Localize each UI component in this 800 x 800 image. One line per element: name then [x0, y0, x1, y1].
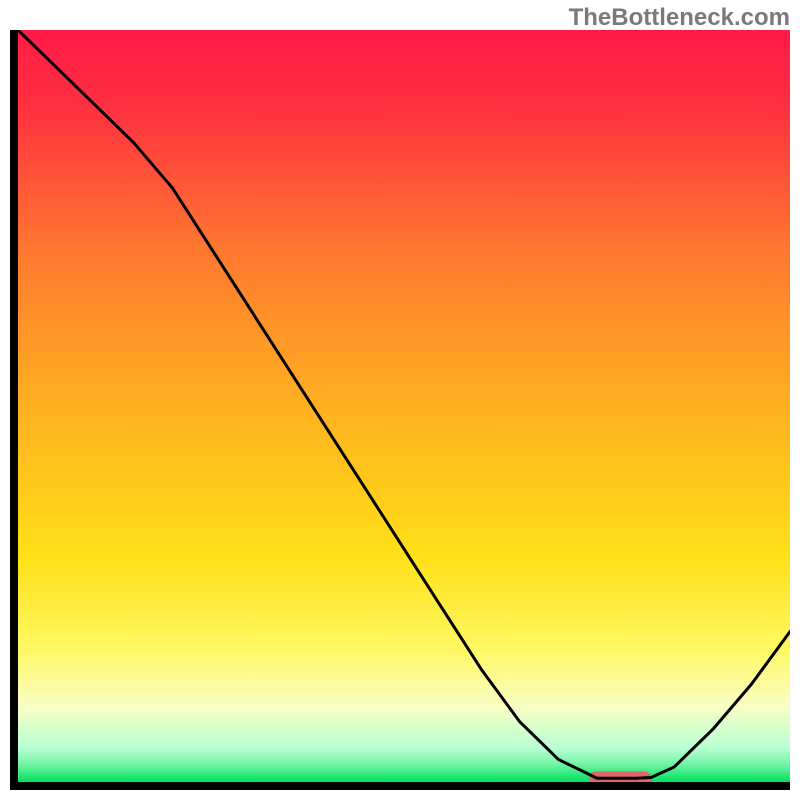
plot-frame	[10, 30, 790, 790]
plot-area	[18, 30, 790, 782]
plot-svg	[18, 30, 790, 782]
chart-container: TheBottleneck.com	[0, 0, 800, 800]
watermark-text: TheBottleneck.com	[569, 4, 790, 32]
